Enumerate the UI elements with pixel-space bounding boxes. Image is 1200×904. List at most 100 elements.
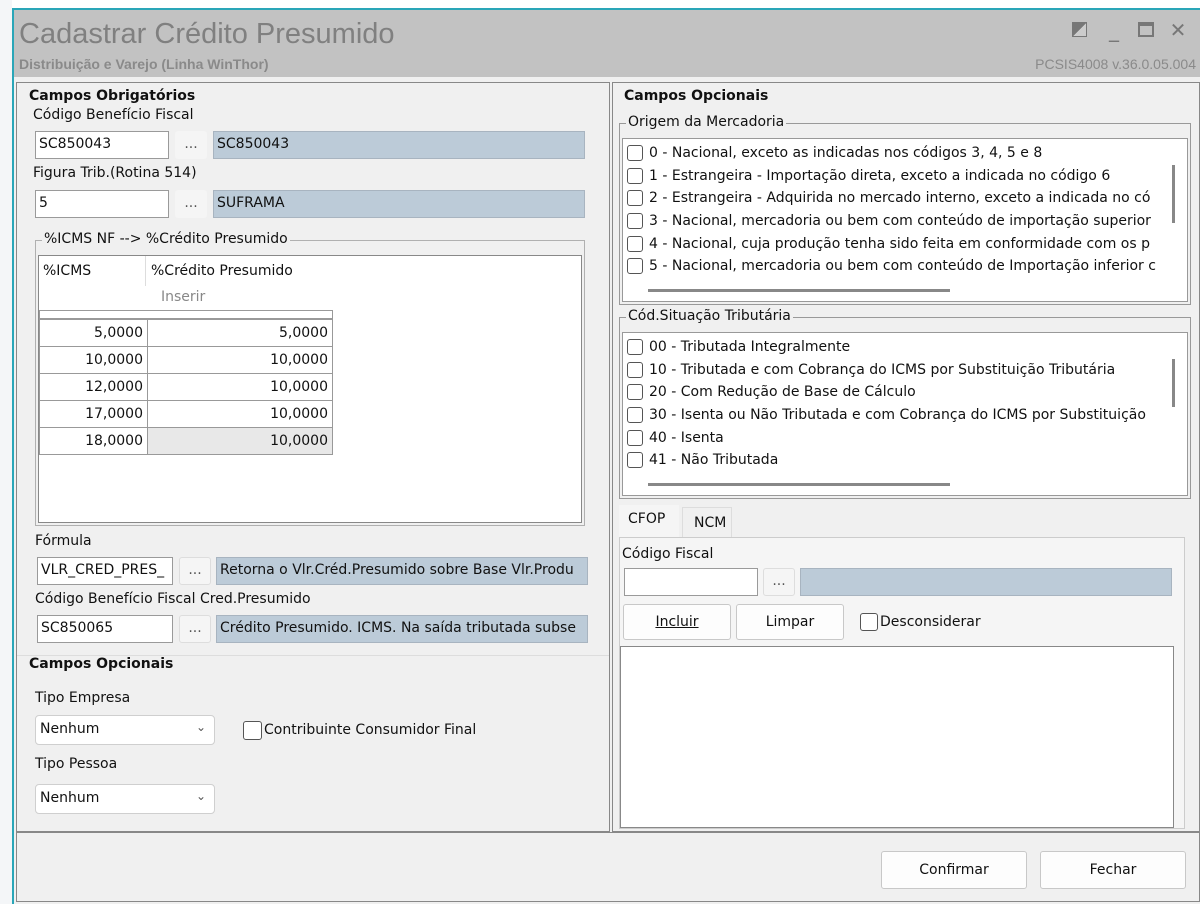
cst-group: Cód.Situação Tributária 00 - Tributada I… [619,308,1191,499]
icms-cell[interactable]: 10,0000 [39,346,148,374]
chevron-down-icon: ⌄ [195,789,206,803]
list-item[interactable]: 20 - Com Redução de Base de Cálculo [623,381,1159,404]
cfop-tab-panel: Código Fiscal ... Incluir Limpar Descons… [619,537,1185,829]
item-label: 41 - Não Tributada [649,452,779,469]
tipo-pessoa-value: Nenhum [40,790,100,806]
grid-header-icms: %ICMS [43,263,92,279]
close-icon[interactable]: ✕ [1165,18,1191,42]
icms-cell[interactable]: 17,0000 [39,400,148,428]
codigo-beneficio-description: SC850043 [213,131,585,159]
checkbox-icon[interactable] [627,167,643,184]
figura-trib-input[interactable]: 5 [35,190,169,218]
checkbox-icon[interactable] [627,190,643,207]
minimize-icon[interactable]: _ [1101,18,1127,42]
grid-new-row [39,310,333,319]
checkbox-icon[interactable] [627,258,643,275]
formula-input[interactable]: VLR_CRED_PRES_ [37,557,173,585]
codigo-fiscal-input[interactable] [624,568,758,596]
tab-cfop[interactable]: CFOP [619,505,679,537]
credito-cell[interactable]: 10,0000 [147,373,333,401]
restore-alt-icon[interactable] [1066,18,1092,42]
figura-trib-lookup-button[interactable]: ... [175,190,207,218]
item-label: 0 - Nacional, exceto as indicadas nos có… [649,145,1043,162]
incluir-button[interactable]: Incluir [623,604,731,640]
list-item[interactable]: 2 - Estrangeira - Adquirida no mercado i… [623,187,1159,210]
checkbox-icon[interactable] [627,361,643,378]
checkbox-icon[interactable] [627,384,643,401]
checkbox-icon[interactable] [627,429,643,446]
cst-group-label: Cód.Situação Tributária [626,308,793,324]
icms-credit-group: %ICMS NF --> %Crédito Presumido %ICMS %C… [35,231,585,526]
formula-description: Retorna o Vlr.Créd.Presumido sobre Base … [216,557,588,585]
list-item[interactable]: 40 - Isenta [623,426,1159,449]
credito-cell[interactable]: 5,0000 [147,319,333,347]
list-item[interactable]: 00 - Tributada Integralmente [623,336,1159,359]
contribuinte-checkbox[interactable]: Contribuinte Consumidor Final [239,719,476,742]
tipo-pessoa-select[interactable]: Nenhum ⌄ [35,784,215,814]
horizontal-scrollbar[interactable] [648,289,950,292]
formula-lookup-button[interactable]: ... [179,557,211,585]
tab-ncm[interactable]: NCM [682,507,732,537]
checkbox-icon[interactable] [627,213,643,230]
checkbox-icon[interactable] [860,613,878,632]
codigo-cred-lookup-button[interactable]: ... [179,615,211,643]
table-row[interactable]: 17,0000 10,0000 [39,400,333,428]
item-label: 40 - Isenta [649,429,724,446]
list-item[interactable]: 4 - Nacional, cuja produção tenha sido f… [623,232,1159,255]
table-row[interactable]: 5,0000 5,0000 [39,319,333,347]
checkbox-icon[interactable] [627,452,643,469]
checkbox-icon[interactable] [627,145,643,162]
icms-cell[interactable]: 18,0000 [39,427,148,455]
list-item[interactable]: 5 - Nacional, mercadoria ou bem com cont… [623,255,1159,278]
codigo-cred-label: Código Benefício Fiscal Cred.Presumido [35,591,311,607]
item-label: 00 - Tributada Integralmente [649,339,851,356]
figura-trib-label: Figura Trib.(Rotina 514) [33,165,197,181]
item-label: 5 - Nacional, mercadoria ou bem com cont… [649,258,1156,275]
tipo-empresa-select[interactable]: Nenhum ⌄ [35,715,215,745]
confirmar-button[interactable]: Confirmar [881,851,1027,889]
fechar-button[interactable]: Fechar [1040,851,1186,889]
codigo-cred-input[interactable]: SC850065 [37,615,173,643]
list-item[interactable]: 3 - Nacional, mercadoria ou bem com cont… [623,210,1159,233]
maximize-icon[interactable] [1133,18,1159,42]
checkbox-icon[interactable] [627,235,643,252]
origem-items: 0 - Nacional, exceto as indicadas nos có… [623,142,1159,278]
desconsiderar-checkbox[interactable]: Desconsiderar [856,611,981,634]
icms-cell[interactable]: 12,0000 [39,373,148,401]
footer-bar: Confirmar Fechar [16,832,1200,902]
origem-group: Origem da Mercadoria 0 - Nacional, excet… [619,114,1191,305]
list-item[interactable]: 30 - Isenta ou Não Tributada e com Cobra… [623,404,1159,427]
checkbox-icon[interactable] [627,407,643,424]
icms-cell[interactable]: 5,0000 [39,319,148,347]
list-item[interactable]: 0 - Nacional, exceto as indicadas nos có… [623,142,1159,165]
codigo-beneficio-lookup-button[interactable]: ... [175,131,207,159]
horizontal-scrollbar[interactable] [648,483,950,486]
item-label: 2 - Estrangeira - Adquirida no mercado i… [649,190,1151,207]
table-row[interactable]: 10,0000 10,0000 [39,346,333,374]
fechar-label: Fechar [1089,862,1137,878]
credito-cell[interactable]: 10,0000 [147,346,333,374]
grid-insert-row[interactable]: Inserir [161,289,205,305]
limpar-button[interactable]: Limpar [736,604,844,640]
tipo-empresa-value: Nenhum [40,721,100,737]
codigo-fiscal-lookup-button[interactable]: ... [763,568,795,596]
vertical-scrollbar[interactable] [1172,359,1175,407]
item-label: 10 - Tributada e com Cobrança do ICMS po… [649,361,1116,378]
icms-credit-grid: %ICMS %Crédito Presumido Inserir 5,0000 5… [38,255,582,523]
vertical-scrollbar[interactable] [1172,165,1175,223]
list-item[interactable]: 1 - Estrangeira - Importação direta, exc… [623,165,1159,188]
list-item[interactable]: 10 - Tributada e com Cobrança do ICMS po… [623,359,1159,382]
table-row[interactable]: 18,0000 10,0000 [39,427,333,455]
limpar-label: Limpar [765,614,815,630]
credito-cell[interactable]: 10,0000 [147,400,333,428]
item-label: 1 - Estrangeira - Importação direta, exc… [649,167,1111,184]
checkbox-icon[interactable] [243,720,262,740]
contribuinte-label: Contribuinte Consumidor Final [264,722,477,739]
table-row[interactable]: 12,0000 10,0000 [39,373,333,401]
cfop-list[interactable] [620,646,1174,828]
checkbox-icon[interactable] [627,339,643,356]
background-app-edge [0,0,12,904]
list-item[interactable]: 41 - Não Tributada [623,449,1159,472]
codigo-beneficio-input[interactable]: SC850043 [35,131,169,159]
credito-cell[interactable]: 10,0000 [147,427,333,455]
